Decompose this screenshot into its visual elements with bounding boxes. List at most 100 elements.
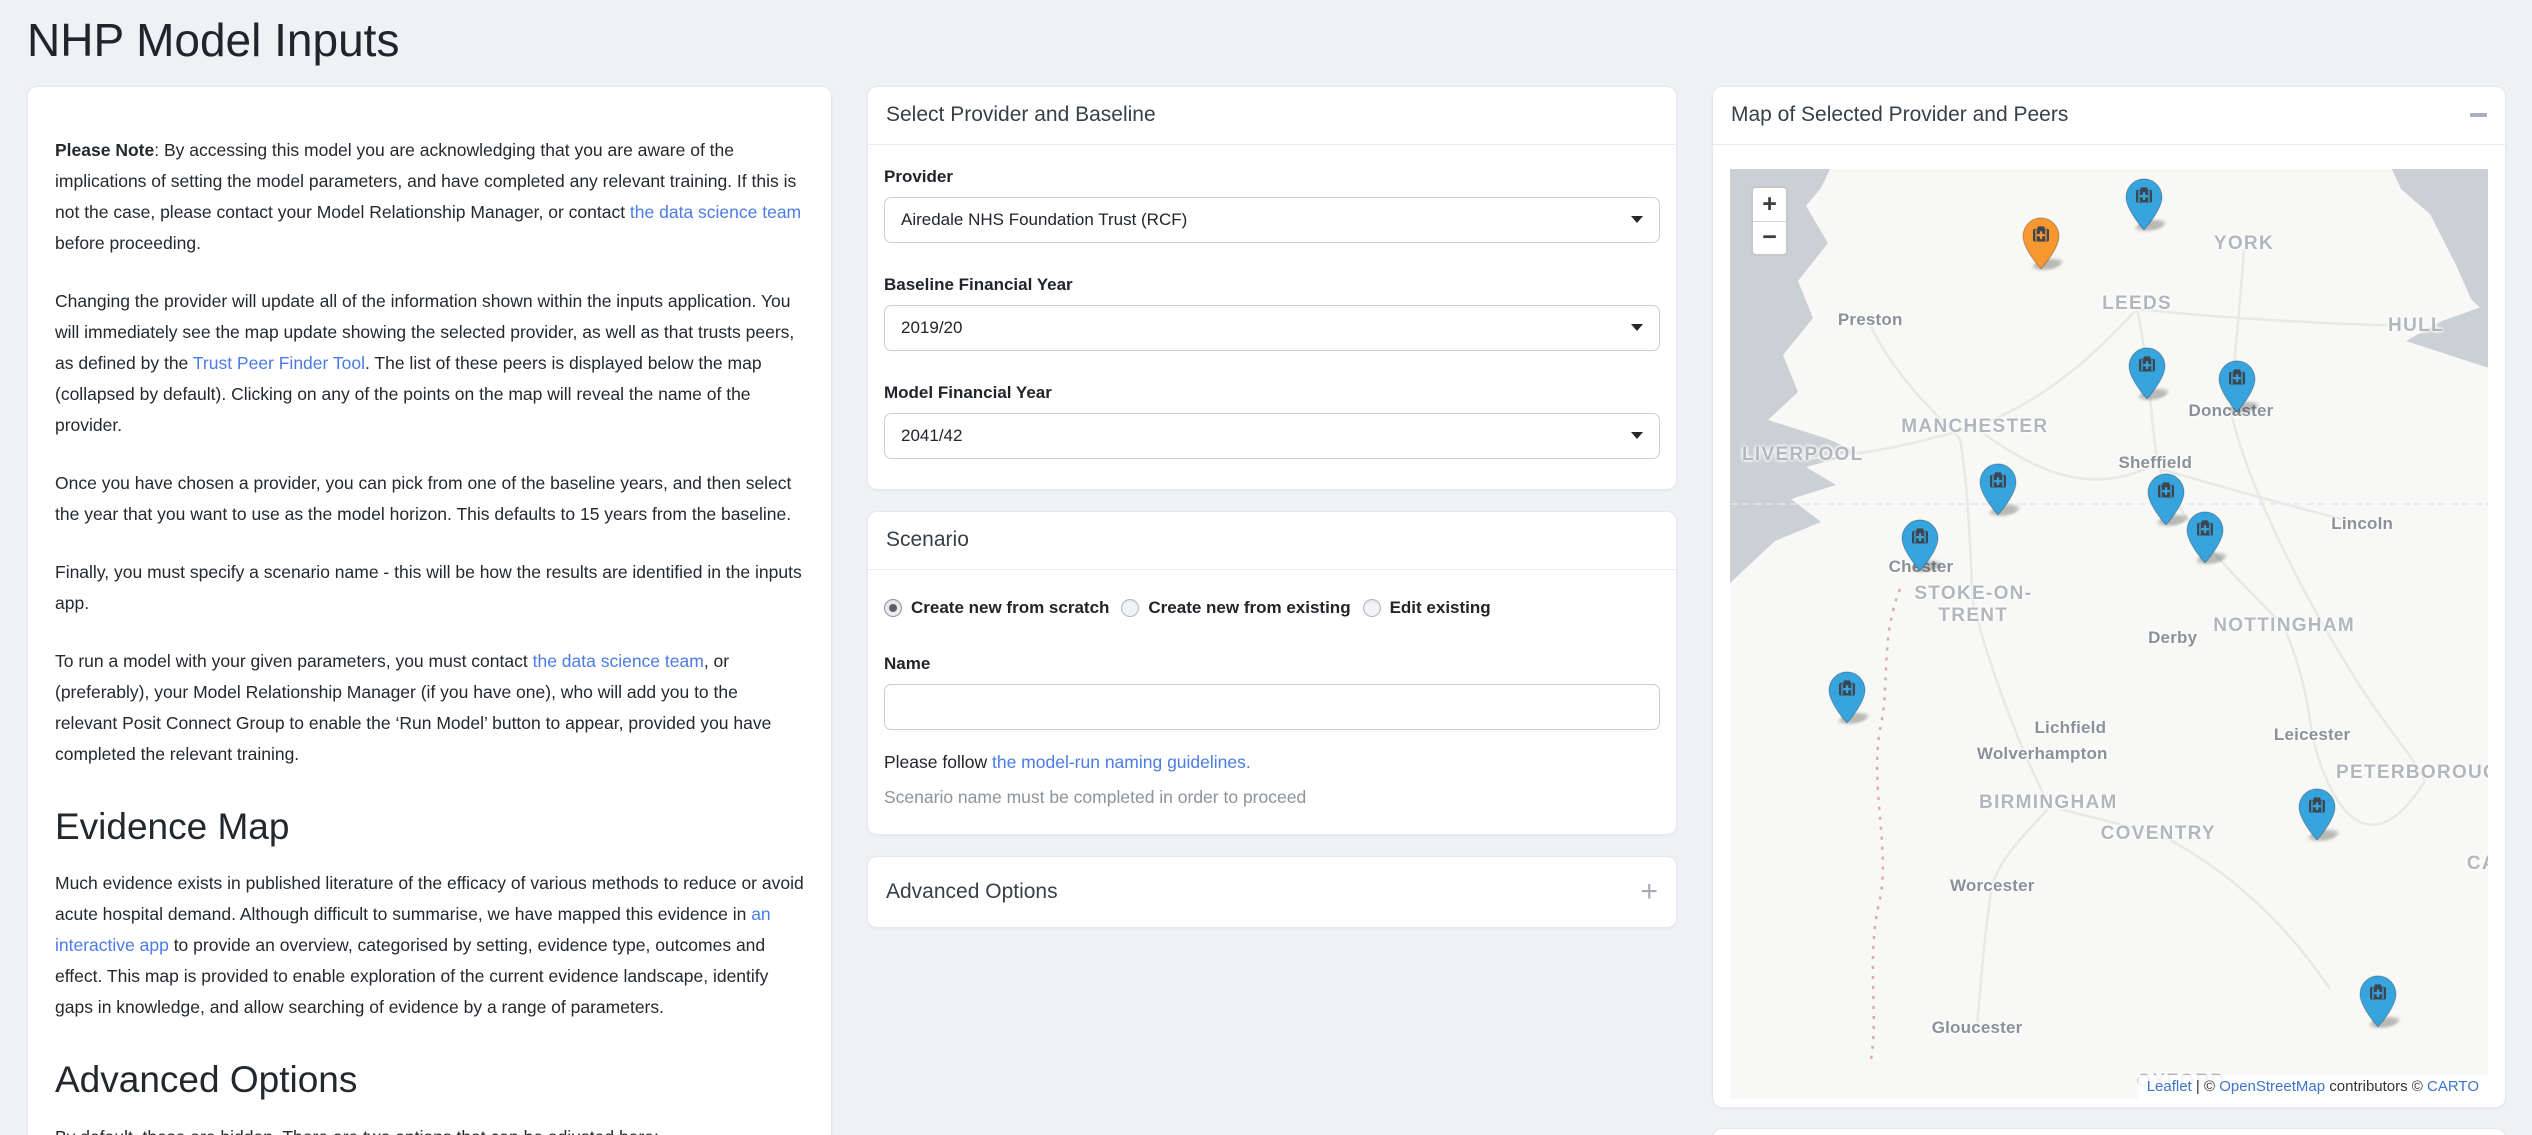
intro-paragraph: Please Note: By accessing this model you… — [55, 135, 804, 259]
model-year-select-value: 2041/42 — [901, 426, 962, 446]
radio-unselected-icon[interactable] — [1121, 599, 1139, 617]
provider-baseline-card-body: Provider Airedale NHS Foundation Trust (… — [868, 145, 1676, 489]
text: By default, these are hidden. There are … — [55, 1127, 659, 1135]
peer-provider-marker[interactable] — [2298, 787, 2336, 840]
scenario-type-radio-0[interactable]: Create new from scratch — [884, 598, 1109, 618]
text: before proceeding. — [55, 233, 201, 253]
intro-paragraph: Once you have chosen a provider, you can… — [55, 468, 804, 530]
provider-select[interactable]: Airedale NHS Foundation Trust (RCF) — [884, 197, 1660, 243]
zoom-out-button[interactable]: − — [1753, 221, 1786, 254]
advanced-options-header[interactable]: Advanced Options + — [868, 857, 1676, 927]
chevron-down-icon — [1631, 324, 1643, 331]
collapse-minus-icon[interactable] — [2470, 113, 2487, 117]
inline-text-link[interactable]: the data science team — [533, 651, 704, 671]
section-heading: Evidence Map — [55, 806, 804, 849]
text: To run a model with your given parameter… — [55, 651, 533, 671]
provider-label: Provider — [884, 167, 1660, 187]
nhp-model-inputs-page: NHP Model Inputs Please Note: By accessi… — [0, 15, 2532, 1135]
map-attribution: Leaflet | © OpenStreetMap contributors ©… — [2138, 1075, 2488, 1099]
hospital-pin-icon[interactable] — [2186, 511, 2224, 564]
peer-provider-marker[interactable] — [1979, 463, 2017, 516]
bold-text: Please Note — [55, 140, 154, 160]
radio-label: Create new from existing — [1148, 598, 1350, 618]
hospital-pin-icon[interactable] — [2128, 347, 2166, 400]
map-column: Map of Selected Provider and Peers — [1712, 86, 2506, 1135]
water-west-coast — [1730, 169, 1859, 587]
naming-guidelines-prefix: Please follow — [884, 752, 992, 772]
attribution-contributors: contributors © — [2325, 1078, 2427, 1095]
main-columns: Please Note: By accessing this model you… — [0, 86, 2532, 1135]
peers-list-card-collapsed[interactable] — [1712, 1128, 2506, 1135]
country-boundary-line — [1870, 589, 1900, 1064]
hospital-pin-icon[interactable] — [1979, 463, 2017, 516]
map-base-layer — [1730, 169, 2488, 1099]
leaflet-link[interactable]: Leaflet — [2147, 1078, 2192, 1095]
openstreetmap-link[interactable]: OpenStreetMap — [2219, 1078, 2325, 1095]
section-heading: Advanced Options — [55, 1059, 804, 1102]
scenario-card-title: Scenario — [886, 528, 969, 552]
map-card: Map of Selected Provider and Peers — [1712, 86, 2506, 1108]
inline-text-link[interactable]: Trust Peer Finder Tool — [193, 353, 365, 373]
hospital-pin-icon[interactable] — [1901, 519, 1939, 572]
intro-content: Please Note: By accessing this model you… — [55, 135, 804, 1135]
hospital-pin-icon[interactable] — [2359, 975, 2397, 1028]
map-card-body: YORKLEEDSHULLMANCHESTERLIVERPOOLSTOKE-ON… — [1713, 145, 2505, 1107]
hospital-pin-icon[interactable] — [2298, 787, 2336, 840]
page-title: NHP Model Inputs — [27, 15, 2532, 66]
provider-baseline-card-title: Select Provider and Baseline — [886, 103, 1156, 127]
scenario-requirement-text: Scenario name must be completed in order… — [884, 787, 1660, 808]
water-humber-estuary — [2406, 303, 2488, 369]
advanced-options-title: Advanced Options — [886, 880, 1058, 904]
intro-paragraph: Much evidence exists in published litera… — [55, 868, 804, 1023]
baseline-year-label: Baseline Financial Year — [884, 275, 1660, 295]
hospital-pin-icon[interactable] — [2125, 178, 2163, 231]
advanced-options-card: Advanced Options + — [867, 856, 1677, 928]
radio-label: Edit existing — [1390, 598, 1491, 618]
provider-baseline-card: Select Provider and Baseline Provider Ai… — [867, 86, 1677, 490]
peer-provider-marker[interactable] — [1901, 519, 1939, 572]
peer-provider-marker[interactable] — [2147, 473, 2185, 526]
scenario-card: Scenario Create new from scratchCreate n… — [867, 511, 1677, 835]
leaflet-map[interactable]: YORKLEEDSHULLMANCHESTERLIVERPOOLSTOKE-ON… — [1730, 169, 2488, 1099]
peer-provider-marker[interactable] — [2186, 511, 2224, 564]
expand-plus-icon[interactable]: + — [1640, 877, 1658, 907]
radio-unselected-icon[interactable] — [1363, 599, 1381, 617]
zoom-in-button[interactable]: + — [1753, 188, 1786, 221]
chevron-down-icon — [1631, 216, 1643, 223]
hospital-pin-icon[interactable] — [2147, 473, 2185, 526]
scenario-name-label: Name — [884, 654, 1660, 674]
radio-selected-icon[interactable] — [884, 599, 902, 617]
peer-provider-marker[interactable] — [2128, 347, 2166, 400]
form-column: Select Provider and Baseline Provider Ai… — [867, 86, 1677, 949]
peer-provider-marker[interactable] — [2125, 178, 2163, 231]
naming-guidelines-link[interactable]: the model-run naming guidelines. — [992, 752, 1251, 772]
intro-paragraph: By default, these are hidden. There are … — [55, 1122, 804, 1135]
attribution-separator: | © — [2192, 1078, 2219, 1095]
peer-provider-marker[interactable] — [2359, 975, 2397, 1028]
map-card-title: Map of Selected Provider and Peers — [1731, 103, 2068, 127]
peer-provider-marker[interactable] — [1828, 671, 1866, 724]
carto-link[interactable]: CARTO — [2427, 1078, 2479, 1095]
scenario-type-radio-group: Create new from scratch Create new from e… — [884, 598, 1660, 618]
scenario-card-header: Scenario — [868, 512, 1676, 570]
hospital-pin-icon[interactable] — [2218, 360, 2256, 413]
scenario-name-input[interactable] — [884, 684, 1660, 730]
naming-guidelines-line: Please follow the model-run naming guide… — [884, 752, 1660, 773]
model-year-select[interactable]: 2041/42 — [884, 413, 1660, 459]
inline-text-link[interactable]: the data science team — [630, 202, 801, 222]
provider-select-value: Airedale NHS Foundation Trust (RCF) — [901, 210, 1187, 230]
hospital-pin-icon[interactable] — [2022, 217, 2060, 270]
baseline-year-select[interactable]: 2019/20 — [884, 305, 1660, 351]
radio-label: Create new from scratch — [911, 598, 1109, 618]
intro-card: Please Note: By accessing this model you… — [27, 86, 832, 1135]
map-card-header: Map of Selected Provider and Peers — [1713, 87, 2505, 145]
selected-provider-marker[interactable] — [2022, 217, 2060, 270]
peer-provider-marker[interactable] — [2218, 360, 2256, 413]
intro-paragraph: Changing the provider will update all of… — [55, 286, 804, 441]
provider-baseline-card-header: Select Provider and Baseline — [868, 87, 1676, 145]
hospital-pin-icon[interactable] — [1828, 671, 1866, 724]
scenario-type-radio-2[interactable]: Edit existing — [1363, 598, 1491, 618]
intro-paragraph: Finally, you must specify a scenario nam… — [55, 557, 804, 619]
text: Once you have chosen a provider, you can… — [55, 473, 791, 524]
scenario-type-radio-1[interactable]: Create new from existing — [1121, 598, 1350, 618]
